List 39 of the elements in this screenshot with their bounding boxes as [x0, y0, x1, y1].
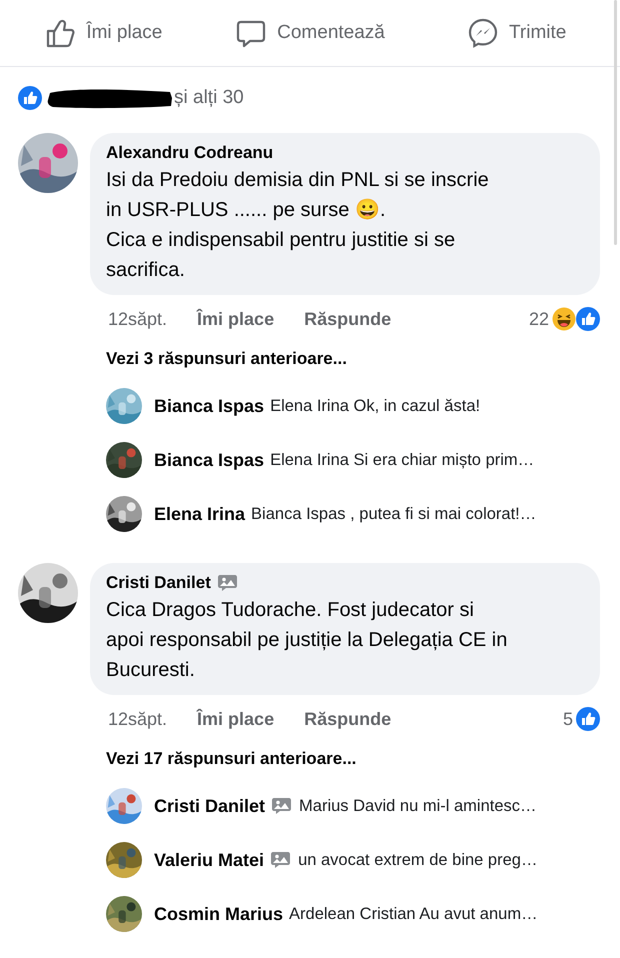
comment-text: Isi da Predoiu demisia din PNL si se inscrie in USR-PLUS ...... pe surse 😀. Cica e indispensabil pentru justitie si se sacrifica. — [106, 168, 490, 283]
reply-author[interactable]: Cosmin Marius — [154, 904, 284, 924]
like-icon — [576, 707, 600, 731]
like-link[interactable]: Îmi place — [197, 308, 274, 330]
comment-time: 12săpt. — [108, 708, 168, 730]
like-icon — [18, 86, 42, 110]
reply-text: Ardelean Cristian Au avut anum… — [289, 904, 538, 924]
reply-author[interactable]: Bianca Ispas — [154, 450, 264, 470]
reply-author[interactable]: Cristi Danilet — [154, 796, 266, 816]
reply-link[interactable]: Răspunde — [304, 308, 392, 330]
reply-text: un avocat extrem de bine preg… — [298, 850, 538, 870]
reply-text: Elena Irina Si era chiar mișto prim… — [270, 450, 534, 470]
reaction-count: 22 — [528, 308, 549, 330]
reactions-text: și alți 30 — [174, 87, 244, 109]
reply-text: Marius David nu mi-l amintesc… — [299, 796, 537, 816]
reply-author[interactable]: Bianca Ispas — [154, 396, 264, 416]
photo-comment-icon — [271, 796, 294, 816]
reply-link[interactable]: Răspunde — [304, 708, 392, 730]
action-button[interactable]: Îmi place — [8, 11, 199, 55]
action-button[interactable]: Trimite — [421, 11, 612, 55]
author-name[interactable]: Alexandru Codreanu — [106, 143, 274, 163]
laughing-emoji-icon — [552, 307, 576, 331]
comment-time: 12săpt. — [108, 308, 168, 330]
like-link[interactable]: Îmi place — [197, 708, 274, 730]
view-replies-link[interactable]: Vezi 17 răspunsuri anterioare... — [90, 743, 620, 779]
like-icon — [576, 307, 600, 331]
action-button[interactable]: Comentează — [214, 11, 406, 55]
messenger-icon — [467, 17, 499, 49]
reply-text: Bianca Ispas , putea fi si mai colorat!… — [251, 504, 536, 524]
reply-author[interactable]: Valeriu Matei — [154, 850, 264, 870]
view-replies-link[interactable]: Vezi 3 răspunsuri anterioare... — [90, 343, 620, 379]
reply-text: Elena Irina Ok, in cazul ăsta! — [270, 396, 480, 416]
photo-comment-icon — [216, 573, 239, 593]
author-name[interactable]: Cristi Danilet — [106, 573, 211, 593]
comment-text: Cica Dragos Tudorache. Fost judecator si apoi responsabil pe justiție la Delegația CE in Bucuresti. — [106, 598, 508, 683]
reaction-count: 5 — [562, 708, 573, 730]
photo-comment-icon — [270, 850, 292, 870]
reply-author[interactable]: Elena Irina — [154, 504, 246, 524]
thumbs-up-icon — [44, 17, 76, 49]
